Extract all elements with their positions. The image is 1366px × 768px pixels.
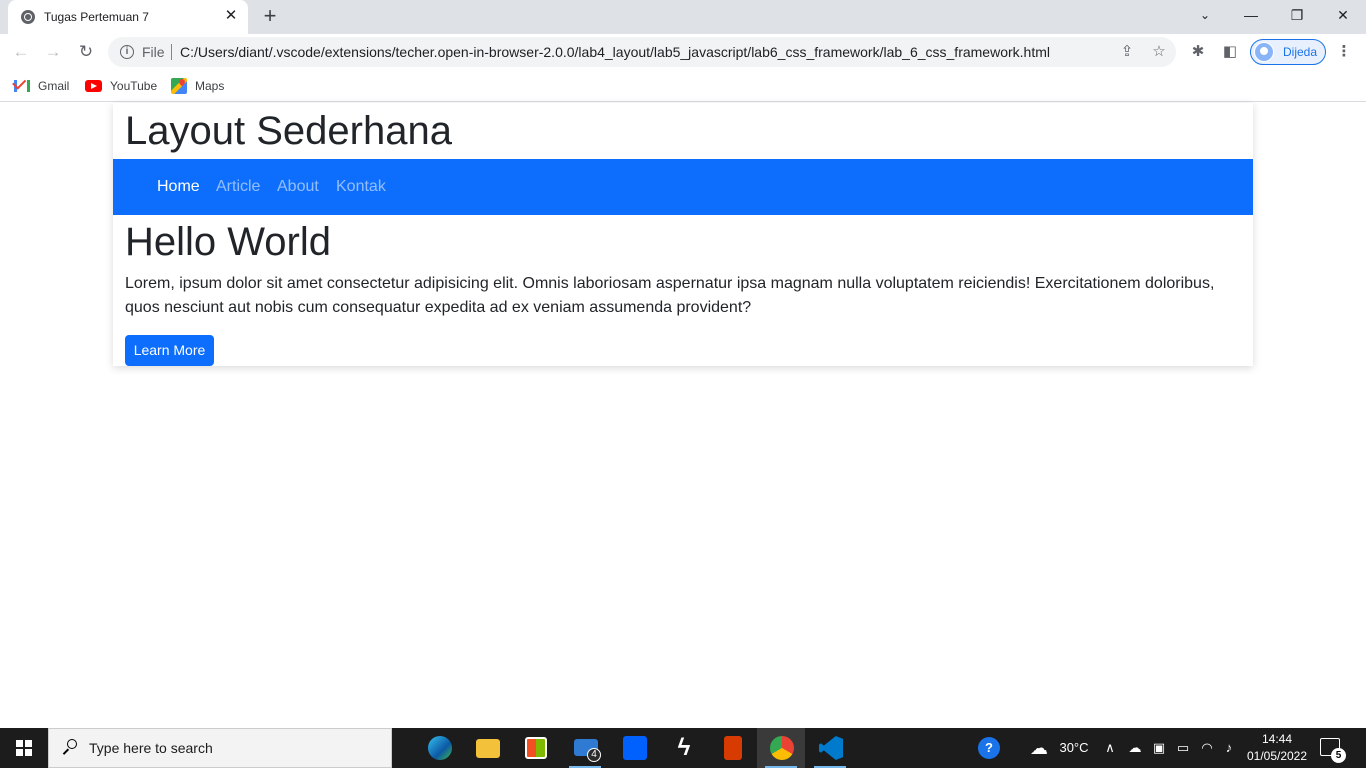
clock[interactable]: 14:44 01/05/2022	[1244, 731, 1310, 765]
profile-name: Dijeda	[1283, 45, 1318, 59]
minimize-button[interactable]: —	[1228, 0, 1274, 30]
meet-now-icon[interactable]: ▣	[1148, 728, 1170, 768]
file-explorer-app[interactable]	[463, 728, 511, 768]
weather-temp[interactable]: 30°C	[1054, 728, 1094, 768]
store-icon	[525, 737, 547, 759]
hero-title: Hello World	[125, 220, 331, 264]
bookmarks-bar: Gmail YouTube Maps	[0, 70, 1366, 102]
dropbox-icon	[623, 736, 647, 760]
dropbox-app[interactable]	[610, 728, 658, 768]
close-window-button[interactable]: ✕	[1320, 0, 1366, 30]
navbar: Home Article About Kontak	[113, 159, 1253, 215]
chrome-app[interactable]	[757, 728, 805, 768]
back-icon[interactable]: ←	[9, 40, 33, 64]
info-icon[interactable]: i	[120, 45, 134, 59]
onedrive-icon[interactable]: ☁	[1124, 728, 1146, 768]
battery-icon[interactable]: ▭	[1172, 728, 1194, 768]
gmail-icon	[14, 80, 30, 92]
folder-icon	[476, 739, 500, 758]
tab-search-icon[interactable]: ⌄	[1182, 0, 1228, 30]
edge-app[interactable]	[415, 728, 463, 768]
clock-time: 14:44	[1261, 732, 1293, 746]
file-scheme-label: File	[142, 44, 165, 60]
weather-icon[interactable]: ☁	[1024, 728, 1054, 768]
site-title: Layout Sederhana	[125, 109, 452, 153]
side-panel-icon[interactable]: ◧	[1220, 42, 1240, 62]
volume-icon[interactable]: ♪	[1218, 728, 1240, 768]
nav-kontak-link[interactable]: Kontak	[336, 177, 386, 197]
reload-icon[interactable]: ↻	[74, 40, 98, 64]
windows-logo-icon	[16, 740, 32, 756]
mail-app[interactable]: 4	[561, 728, 609, 768]
wifi-icon[interactable]: ◠	[1196, 728, 1218, 768]
nav-home-link[interactable]: Home	[157, 177, 200, 197]
profile-button[interactable]: Dijeda	[1250, 39, 1326, 65]
bookmark-label: Maps	[195, 79, 225, 93]
clock-date: 01/05/2022	[1246, 749, 1308, 763]
nav-about-link[interactable]: About	[277, 177, 319, 197]
avatar	[1254, 42, 1274, 62]
maps-icon	[171, 78, 187, 94]
browser-tab[interactable]: Tugas Pertemuan 7 ✕	[8, 0, 248, 34]
taskbar-search[interactable]: Type here to search	[48, 728, 392, 768]
youtube-icon	[85, 80, 102, 92]
hero-text: Lorem, ipsum dolor sit amet consectetur …	[125, 275, 1215, 316]
browser-toolbar: ← → ↻ i File C:/Users/diant/.vscode/exte…	[0, 34, 1366, 70]
vscode-icon	[819, 736, 843, 760]
omnibox-divider	[171, 44, 172, 60]
notification-badge: 5	[1331, 748, 1346, 763]
menu-icon[interactable]: ⋮	[1334, 42, 1354, 62]
bookmark-gmail[interactable]: Gmail	[14, 77, 69, 95]
page-container: Layout Sederhana Home Article About Kont…	[113, 103, 1253, 366]
mail-badge: 4	[587, 748, 601, 762]
bookmark-youtube[interactable]: YouTube	[85, 77, 157, 95]
nav-article-link[interactable]: Article	[216, 177, 260, 197]
page-viewport: Layout Sederhana Home Article About Kont…	[0, 103, 1366, 728]
search-icon	[63, 739, 79, 757]
tab-strip: Tugas Pertemuan 7 ✕ + ⌄ — ❐ ✕	[0, 0, 1366, 34]
bookmark-maps[interactable]: Maps	[171, 77, 224, 95]
url-text[interactable]: C:/Users/diant/.vscode/extensions/techer…	[180, 44, 1050, 60]
extensions-icon[interactable]: ✱	[1188, 42, 1208, 62]
bookmark-label: Gmail	[38, 79, 70, 93]
forward-icon[interactable]: →	[41, 40, 65, 64]
office-app[interactable]	[708, 728, 756, 768]
address-bar[interactable]: i File C:/Users/diant/.vscode/extensions…	[108, 37, 1176, 67]
lightning-icon: ϟ	[677, 734, 691, 761]
vscode-app[interactable]	[806, 728, 854, 768]
restore-button[interactable]: ❐	[1274, 0, 1320, 30]
new-tab-button[interactable]: +	[258, 4, 282, 28]
bookmark-label: YouTube	[110, 79, 158, 93]
search-placeholder: Type here to search	[89, 740, 213, 756]
start-button[interactable]	[0, 728, 48, 768]
share-icon[interactable]: ⇪	[1118, 43, 1136, 61]
globe-icon	[21, 10, 35, 24]
bookmark-star-icon[interactable]: ☆	[1150, 43, 1168, 61]
close-tab-icon[interactable]: ✕	[222, 7, 240, 25]
office-icon	[724, 736, 742, 760]
store-app[interactable]	[512, 728, 560, 768]
help-icon[interactable]: ?	[975, 728, 1003, 768]
taskbar: Type here to search 4 ϟ ? ☁ 30°C ∧ ☁ ▣ ▭…	[0, 728, 1366, 768]
tab-title: Tugas Pertemuan 7	[44, 10, 149, 24]
learn-more-button[interactable]: Learn More	[125, 335, 214, 366]
edge-icon	[428, 736, 452, 760]
app-s[interactable]: ϟ	[659, 728, 707, 768]
chevron-up-icon[interactable]: ∧	[1100, 728, 1120, 768]
chrome-icon	[770, 736, 794, 760]
